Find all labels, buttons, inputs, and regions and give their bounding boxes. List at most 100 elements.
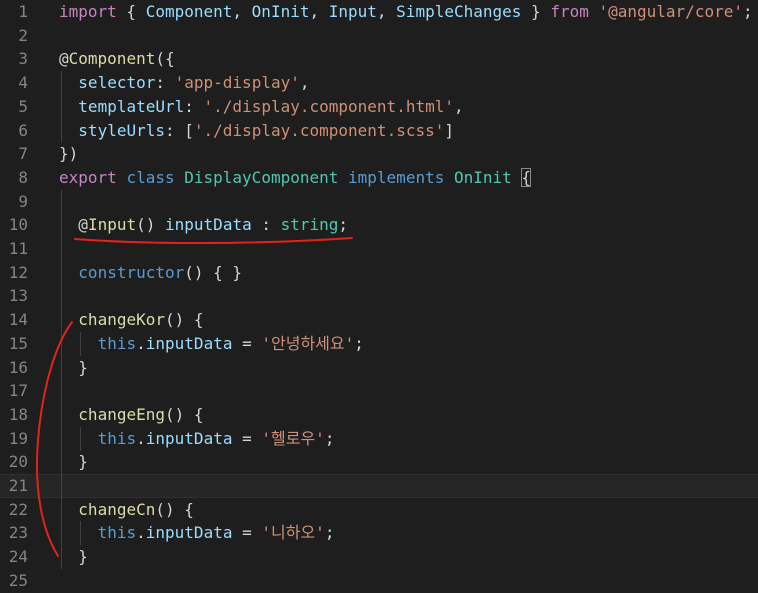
- indent-guide: [80, 331, 82, 356]
- code-token: this: [97, 428, 137, 448]
- code-token: Input: [87, 215, 137, 235]
- code-token: ,: [309, 2, 329, 21]
- code-text: styleUrls: ['./display.component.scss']: [78, 119, 454, 143]
- line-number: 24: [8, 547, 28, 567]
- code-token: () {: [155, 499, 194, 519]
- code-line[interactable]: 10 @Input() inputData : string;: [0, 213, 758, 238]
- code-token: DisplayComponent: [184, 167, 339, 187]
- code-token: '안녕하세요': [261, 333, 355, 353]
- indent-guide: [61, 545, 62, 570]
- code-line[interactable]: 23 this.inputData = '니하오';: [0, 521, 758, 546]
- code-token: ,: [376, 2, 397, 21]
- code-token: inputData: [145, 333, 233, 353]
- code-token: }: [78, 547, 88, 567]
- code-token: =: [232, 523, 262, 543]
- line-number: 18: [8, 404, 28, 424]
- code-line[interactable]: 25: [0, 569, 758, 593]
- code-line[interactable]: 1 import { Component, OnInit, Input, Simp…: [0, 0, 758, 24]
- code-line[interactable]: 13: [0, 284, 758, 309]
- code-token: ,: [453, 96, 464, 116]
- code-token: ]: [444, 120, 454, 140]
- line-number: 2: [18, 25, 28, 45]
- indent-guide: [61, 497, 62, 522]
- line-number: 25: [8, 570, 28, 590]
- code-line[interactable]: 9: [0, 189, 758, 214]
- code-token: string: [280, 215, 339, 235]
- line-number: 20: [8, 452, 28, 472]
- code-line[interactable]: 24}: [0, 545, 758, 570]
- indent-guide: [61, 237, 62, 261]
- code-token: changeKor: [78, 310, 165, 330]
- code-token: .: [136, 333, 146, 353]
- code-text: @Component({: [59, 47, 175, 71]
- code-editor[interactable]: 1 import { Component, OnInit, Input, Simp…: [0, 0, 758, 590]
- code-token: ({: [155, 49, 175, 69]
- code-token: ,: [232, 2, 252, 21]
- code-text: changeKor() {: [78, 308, 203, 332]
- code-line[interactable]: 5 templateUrl: './display.component.html'…: [0, 94, 758, 119]
- code-token: ;: [324, 428, 335, 448]
- code-token: ;: [338, 215, 349, 235]
- code-token: this: [97, 333, 137, 353]
- code-token: Component: [68, 49, 156, 69]
- code-token: () {: [165, 310, 204, 330]
- code-token: OnInit: [453, 167, 512, 187]
- code-token: export: [59, 167, 117, 187]
- code-line[interactable]: 12 constructor() { }: [0, 260, 758, 285]
- line-number: 10: [8, 215, 28, 235]
- code-line[interactable]: 16}: [0, 355, 758, 380]
- code-token: '헬로우': [261, 428, 325, 448]
- code-line[interactable]: 21: [0, 474, 758, 498]
- code-token: :: [184, 96, 204, 116]
- code-token: .: [136, 523, 146, 543]
- code-token: =: [232, 333, 262, 353]
- code-token: changeCn: [78, 499, 156, 519]
- line-number: 21: [8, 476, 28, 495]
- code-text: }: [78, 545, 88, 569]
- code-token: }: [78, 357, 88, 377]
- code-text: constructor() { }: [78, 261, 242, 285]
- code-line[interactable]: 3 @Component({: [0, 47, 758, 71]
- indent-guide: [61, 521, 62, 546]
- code-line[interactable]: 6 styleUrls: ['./display.component.scss']: [0, 118, 758, 143]
- code-line[interactable]: 8 export class DisplayComponent implement…: [0, 166, 758, 190]
- indent-guide: [61, 260, 62, 285]
- code-token: implements: [348, 167, 445, 187]
- line-number: 8: [18, 167, 28, 187]
- code-text: this.inputData = '니하오';: [98, 521, 335, 545]
- code-line[interactable]: 15 this.inputData = '안녕하세요';: [0, 331, 758, 356]
- code-line[interactable]: 2: [0, 24, 758, 48]
- code-token: templateUrl: [78, 96, 185, 116]
- code-token: class: [126, 167, 175, 187]
- code-line[interactable]: 20}: [0, 450, 758, 475]
- line-number: 12: [8, 262, 28, 282]
- code-token: styleUrls: [78, 120, 165, 140]
- line-number: 16: [8, 357, 28, 377]
- indent-guide: [61, 426, 62, 451]
- code-line[interactable]: 19 this.inputData = '헬로우';: [0, 426, 758, 451]
- code-text: changeCn() {: [78, 498, 194, 522]
- code-token: inputData: [145, 523, 233, 543]
- code-line[interactable]: 7}): [0, 142, 758, 166]
- code-token: inputData: [145, 428, 233, 448]
- code-line[interactable]: 17: [0, 379, 758, 404]
- line-number: 5: [18, 96, 28, 116]
- code-token: './display.component.html': [203, 96, 454, 116]
- code-token: (): [136, 215, 166, 235]
- code-token: ;: [324, 523, 335, 543]
- code-line[interactable]: 18 changeEng() {: [0, 402, 758, 427]
- line-number: 13: [8, 286, 28, 306]
- code-line[interactable]: 4 selector: 'app-display',: [0, 71, 758, 96]
- line-number: 11: [8, 239, 28, 258]
- code-token: () { }: [184, 262, 243, 282]
- code-token: from: [550, 2, 589, 21]
- code-line[interactable]: 14 changeKor() {: [0, 308, 758, 333]
- code-line[interactable]: 22 changeCn() {: [0, 497, 758, 522]
- code-line[interactable]: 11: [0, 237, 758, 261]
- indent-guide: [61, 94, 62, 119]
- code-token: constructor: [78, 262, 185, 282]
